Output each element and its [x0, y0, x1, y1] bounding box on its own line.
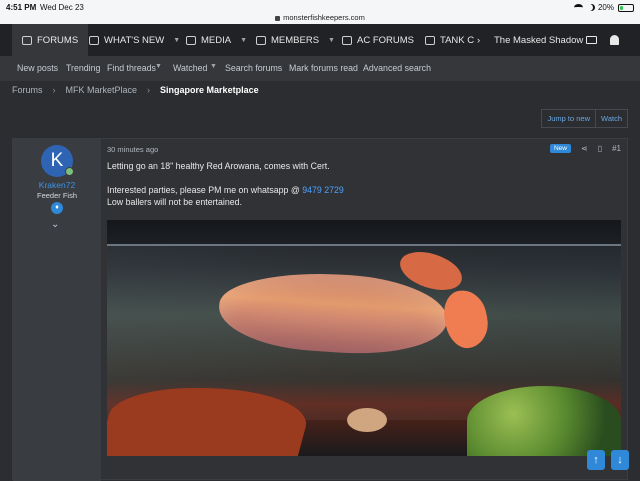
user-menu[interactable]: The Masked Shadow [494, 24, 583, 56]
thread-actions: Jump to new Watch [541, 109, 628, 128]
moon-icon [588, 4, 595, 11]
post-line: Letting go an 18" healthy Red Arowana, c… [107, 161, 330, 171]
subnav-trending[interactable]: Trending [66, 63, 100, 73]
share-icon[interactable]: ⋖ [581, 144, 588, 153]
subnav-mark-read[interactable]: Mark forums read [289, 63, 358, 73]
post-image[interactable] [107, 220, 621, 456]
chevron-down-icon[interactable]: ▼ [210, 63, 217, 70]
scroll-bottom-button[interactable]: ↓ [611, 450, 629, 470]
subnav-advanced-search[interactable]: Advanced search [363, 63, 431, 73]
wifi-icon [573, 4, 583, 11]
bookmark-icon[interactable]: ▯ [598, 144, 602, 153]
aquarium-plant [467, 386, 621, 456]
breadcrumb: Forums › MFK MarketPlace › Singapore Mar… [12, 85, 259, 95]
nav-tank[interactable]: TANK C [425, 24, 474, 56]
author-name[interactable]: Kraken72 [13, 180, 101, 190]
watch-button[interactable]: Watch [596, 110, 627, 127]
nav-forums[interactable]: FORUMS [12, 24, 89, 56]
lock-icon [275, 15, 281, 21]
post-timestamp[interactable]: 30 minutes ago [107, 145, 158, 154]
post-meta: New ⋖ ▯ #1 [549, 144, 621, 153]
nav-scroll-right[interactable]: › [477, 24, 480, 56]
inbox-button[interactable] [586, 24, 597, 56]
author-title: Feeder Fish [36, 191, 78, 200]
forums-icon [22, 35, 32, 45]
breadcrumb-forums[interactable]: Forums [12, 85, 43, 95]
nav-label: AC FORUMS [357, 34, 414, 46]
nav-label: WHAT'S NEW [104, 34, 165, 46]
chevron-right-icon: › [52, 85, 56, 95]
member-badge-icon: ♦ [51, 202, 63, 214]
jump-to-new-button[interactable]: Jump to new [542, 110, 597, 127]
subnav-watched[interactable]: Watched [173, 63, 207, 73]
chevron-down-icon[interactable]: ⌄ [51, 219, 59, 230]
post-line: Interested parties, please PM me on what… [107, 184, 344, 196]
address-bar[interactable]: monsterfishkeepers.com [0, 13, 640, 22]
nav-whats-new[interactable]: WHAT'S NEW ▼ [89, 24, 180, 56]
page-title: Singapore Marketplace [160, 85, 259, 95]
online-status-icon [65, 167, 74, 176]
mail-icon [586, 36, 597, 44]
chevron-down-icon[interactable]: ▼ [328, 37, 335, 44]
date: Wed Dec 23 [40, 3, 84, 12]
url-text: monsterfishkeepers.com [283, 13, 365, 22]
chevron-right-icon: › [147, 85, 151, 95]
nav-label: FORUMS [37, 34, 79, 46]
post-number[interactable]: #1 [612, 144, 621, 153]
scroll-top-button[interactable]: ↑ [587, 450, 605, 470]
post-line: Low ballers will not be entertained. [107, 197, 242, 207]
phone-link[interactable]: 9479 2729 [302, 185, 344, 195]
nav-members[interactable]: MEMBERS ▼ [256, 24, 335, 56]
top-nav: FORUMS WHAT'S NEW ▼ MEDIA ▼ MEMBERS ▼ AC FO… [0, 24, 640, 56]
breadcrumb-marketplace[interactable]: MFK MarketPlace [66, 85, 138, 95]
chevron-down-icon[interactable]: ▼ [155, 63, 162, 70]
chevron-down-icon[interactable]: ▼ [173, 37, 180, 44]
nav-label: TANK C [440, 34, 475, 46]
post-author-panel: K Kraken72 Feeder Fish ♦ ⌄ [13, 139, 101, 481]
status-icons: 20% [573, 3, 634, 12]
subnav-search-forums[interactable]: Search forums [225, 63, 282, 73]
post: K Kraken72 Feeder Fish ♦ ⌄ 30 minutes ag… [12, 138, 628, 481]
nav-label: MEDIA [201, 34, 232, 46]
arrow-down-icon: ↓ [617, 454, 623, 466]
post-line-text: Interested parties, please PM me on what… [107, 185, 303, 195]
bell-icon [610, 35, 619, 45]
whats-new-icon [89, 35, 99, 45]
username: The Masked Shadow [494, 34, 584, 46]
subnav-find-threads[interactable]: Find threads [107, 63, 156, 73]
sub-nav: New posts Trending Find threads ▼ Watche… [0, 56, 640, 81]
small-fish [347, 408, 387, 432]
media-icon [186, 35, 196, 45]
arrow-up-icon: ↑ [593, 454, 599, 466]
post-body: Letting go an 18" healthy Red Arowana, c… [107, 160, 344, 208]
alerts-button[interactable] [610, 24, 619, 56]
folder-icon [342, 35, 352, 45]
new-badge: New [549, 144, 571, 153]
clock: 4:51 PM [6, 3, 37, 12]
status-bar: 4:51 PM Wed Dec 23 monsterfishkeepers.co… [0, 0, 640, 24]
nav-media[interactable]: MEDIA ▼ [186, 24, 247, 56]
nav-ac-forums[interactable]: AC FORUMS [342, 24, 414, 56]
battery-percent: 20% [597, 3, 614, 12]
members-icon [256, 35, 266, 45]
chevron-down-icon[interactable]: ▼ [240, 37, 247, 44]
subnav-new-posts[interactable]: New posts [17, 63, 58, 73]
folder-icon [425, 35, 435, 45]
nav-label: MEMBERS [271, 34, 320, 46]
battery-icon [618, 3, 634, 12]
